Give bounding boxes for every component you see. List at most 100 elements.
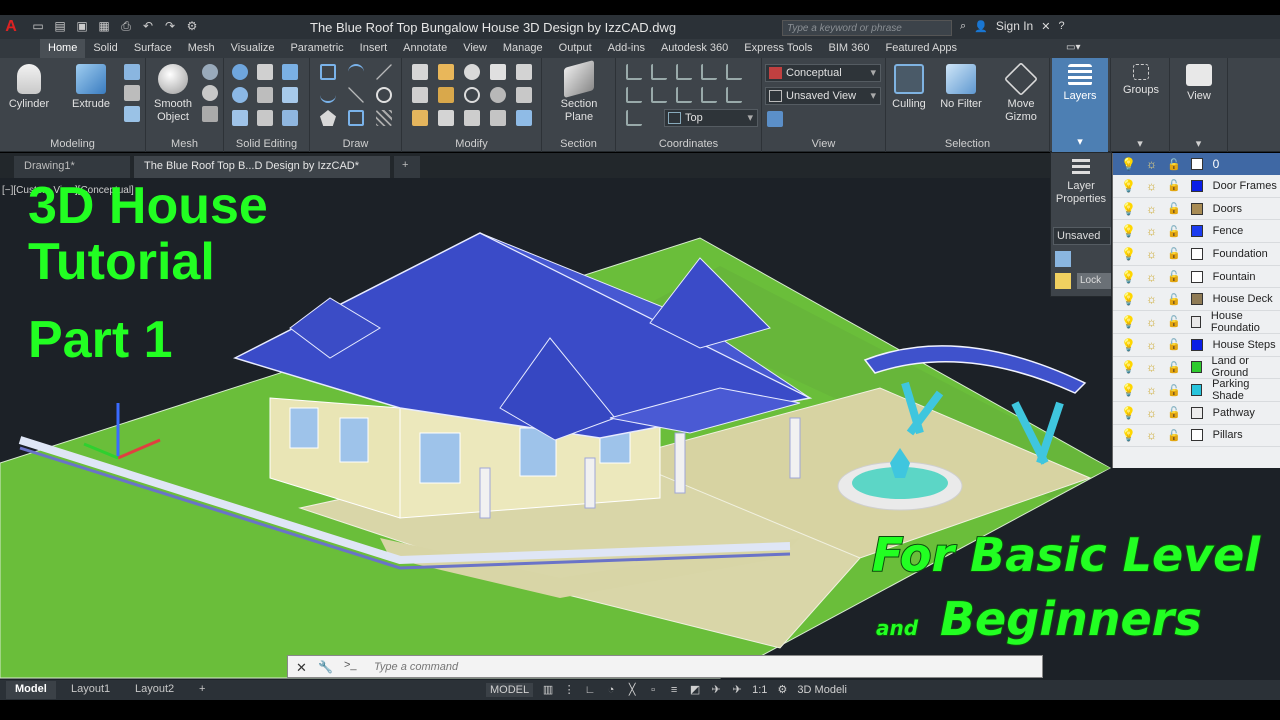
layer-lock-button[interactable]: Lock: [1077, 273, 1111, 289]
layer-lock-icon[interactable]: 🔓: [1167, 315, 1181, 328]
ortho-icon[interactable]: ∟: [584, 684, 596, 696]
layer-state-dropdown[interactable]: Unsaved Li: [1053, 227, 1111, 245]
add-layout-button[interactable]: +: [190, 681, 214, 699]
search-icon[interactable]: ⌕: [960, 20, 966, 33]
workspace-dropdown-icon[interactable]: ⚙: [184, 18, 200, 34]
hatch-icon[interactable]: [376, 110, 392, 126]
layer-on-icon[interactable]: 💡: [1121, 202, 1136, 216]
layer-on-icon[interactable]: 💡: [1121, 406, 1136, 420]
view-button[interactable]: View: [1174, 64, 1224, 103]
panel-title-section[interactable]: Section: [542, 138, 615, 150]
layer-freeze-icon[interactable]: ☼: [1146, 202, 1157, 216]
workspace-switch[interactable]: 3D Modeli: [797, 684, 847, 696]
layer-row[interactable]: 💡 ☼ 🔓 Doors: [1113, 198, 1280, 221]
model-space-toggle[interactable]: MODEL: [486, 683, 534, 697]
align-icon[interactable]: [490, 110, 506, 126]
culling-button[interactable]: Culling: [884, 64, 934, 111]
ucs-x-icon[interactable]: [676, 64, 692, 80]
rectangle-icon[interactable]: [348, 110, 364, 126]
section-plane-button[interactable]: Section Plane: [554, 59, 604, 124]
layer-freeze-icon[interactable]: ☼: [1146, 428, 1157, 442]
layer-lock-icon[interactable]: 🔓: [1167, 247, 1181, 260]
layer-lock-icon[interactable]: [1055, 273, 1071, 289]
layer-on-icon[interactable]: 💡: [1121, 157, 1136, 171]
layer-on-icon[interactable]: 💡: [1121, 360, 1136, 374]
layer-row[interactable]: 💡 ☼ 🔓 Fountain: [1113, 266, 1280, 289]
smooth-object-button[interactable]: Smooth Object: [148, 64, 198, 124]
ucs-z-icon[interactable]: [726, 64, 742, 80]
layer-on-icon[interactable]: 💡: [1121, 270, 1136, 284]
tab-autodesk-360[interactable]: Autodesk 360: [653, 39, 736, 58]
trim-icon[interactable]: [412, 64, 428, 80]
tab-visualize[interactable]: Visualize: [223, 39, 283, 58]
autoscale-icon[interactable]: ✈: [731, 684, 743, 696]
command-input[interactable]: [374, 659, 1034, 675]
no-filter-button[interactable]: No Filter: [936, 64, 986, 111]
ucs-y-icon[interactable]: [701, 64, 717, 80]
user-icon[interactable]: 👤: [974, 20, 988, 33]
mesh-smooth-more-icon[interactable]: [202, 85, 218, 101]
fillet-edge-icon[interactable]: [282, 110, 298, 126]
isodraft-icon[interactable]: ╳: [626, 684, 638, 696]
layer-row[interactable]: 💡 ☼ 🔓 Door Frames: [1113, 175, 1280, 198]
print-icon[interactable]: ⎙: [118, 18, 134, 34]
ucs-object-icon[interactable]: [701, 87, 717, 103]
tab-surface[interactable]: Surface: [126, 39, 180, 58]
redo-icon[interactable]: ↷: [162, 18, 178, 34]
polysolid-icon[interactable]: [124, 64, 140, 80]
subtract-icon[interactable]: [257, 64, 273, 80]
slice-icon[interactable]: [232, 87, 248, 103]
help-icon[interactable]: ?: [1058, 20, 1064, 32]
layer-row[interactable]: 💡 ☼ 🔓 House Steps: [1113, 334, 1280, 357]
tab-output[interactable]: Output: [551, 39, 600, 58]
layer-row[interactable]: 💡 ☼ 🔓 Fence: [1113, 220, 1280, 244]
panel-title-solid-editing[interactable]: Solid Editing: [224, 138, 309, 150]
shell-icon[interactable]: [257, 110, 273, 126]
layer-lock-icon[interactable]: 🔓: [1167, 361, 1181, 374]
ucs-3point-icon[interactable]: [651, 87, 667, 103]
intersect-icon[interactable]: [282, 64, 298, 80]
grid-icon[interactable]: ▥: [542, 684, 554, 696]
tab-model[interactable]: Model: [6, 681, 56, 699]
layer-row[interactable]: 💡 ☼ 🔓 House Foundatio: [1113, 310, 1280, 334]
move-gizmo-button[interactable]: Move Gizmo: [996, 62, 1046, 124]
presspull-icon[interactable]: [124, 85, 140, 101]
layer-on-icon[interactable]: 💡: [1121, 315, 1136, 329]
spline-icon[interactable]: [320, 87, 336, 103]
layer-lock-icon[interactable]: 🔓: [1167, 406, 1181, 419]
layers-button[interactable]: Layers ▾: [1052, 58, 1108, 152]
layer-lock-icon[interactable]: 🔓: [1167, 293, 1181, 306]
layer-row[interactable]: 💡 ☼ 🔓 House Deck: [1113, 288, 1280, 312]
copy-icon[interactable]: [438, 110, 454, 126]
tab-insert[interactable]: Insert: [352, 39, 396, 58]
panel-title-modeling[interactable]: Modeling: [0, 138, 145, 150]
imprint-icon[interactable]: [257, 87, 273, 103]
chamfer-icon[interactable]: [438, 64, 454, 80]
layer-freeze-icon[interactable]: ☼: [1146, 338, 1157, 352]
offset-icon[interactable]: [464, 87, 480, 103]
snap-icon[interactable]: ⋮: [563, 684, 575, 696]
separate-icon[interactable]: [282, 87, 298, 103]
layer-on-icon[interactable]: 💡: [1121, 224, 1136, 238]
loft-icon[interactable]: [124, 106, 140, 122]
layers-expand-icon[interactable]: ▾: [1052, 135, 1108, 148]
workspace-gear-icon[interactable]: ⚙: [776, 684, 788, 696]
line-2-icon[interactable]: [348, 87, 364, 103]
erase-icon[interactable]: [412, 110, 428, 126]
panel-title-selection[interactable]: Selection: [886, 138, 1049, 150]
save-as-icon[interactable]: ▦: [96, 18, 112, 34]
open-icon[interactable]: ▤: [52, 18, 68, 34]
ucs-icon[interactable]: [626, 64, 642, 80]
layer-freeze-icon[interactable]: ☼: [1146, 360, 1157, 374]
tab-layout1[interactable]: Layout1: [62, 681, 119, 699]
layer-on-icon[interactable]: 💡: [1121, 179, 1136, 193]
new-tab-button[interactable]: +: [394, 156, 420, 178]
cylinder-button[interactable]: Cylinder: [4, 64, 54, 111]
transparency-icon[interactable]: ◩: [689, 684, 701, 696]
layer-on-icon[interactable]: 💡: [1121, 338, 1136, 352]
exchange-icon[interactable]: ✕: [1041, 20, 1050, 33]
groups-expand-icon[interactable]: ▾: [1111, 137, 1169, 150]
polar-icon[interactable]: ◔: [605, 684, 617, 696]
layer-lock-icon[interactable]: 🔓: [1167, 158, 1181, 171]
doc-tab-bungalow[interactable]: The Blue Roof Top B...D Design by IzzCAD…: [134, 156, 390, 178]
